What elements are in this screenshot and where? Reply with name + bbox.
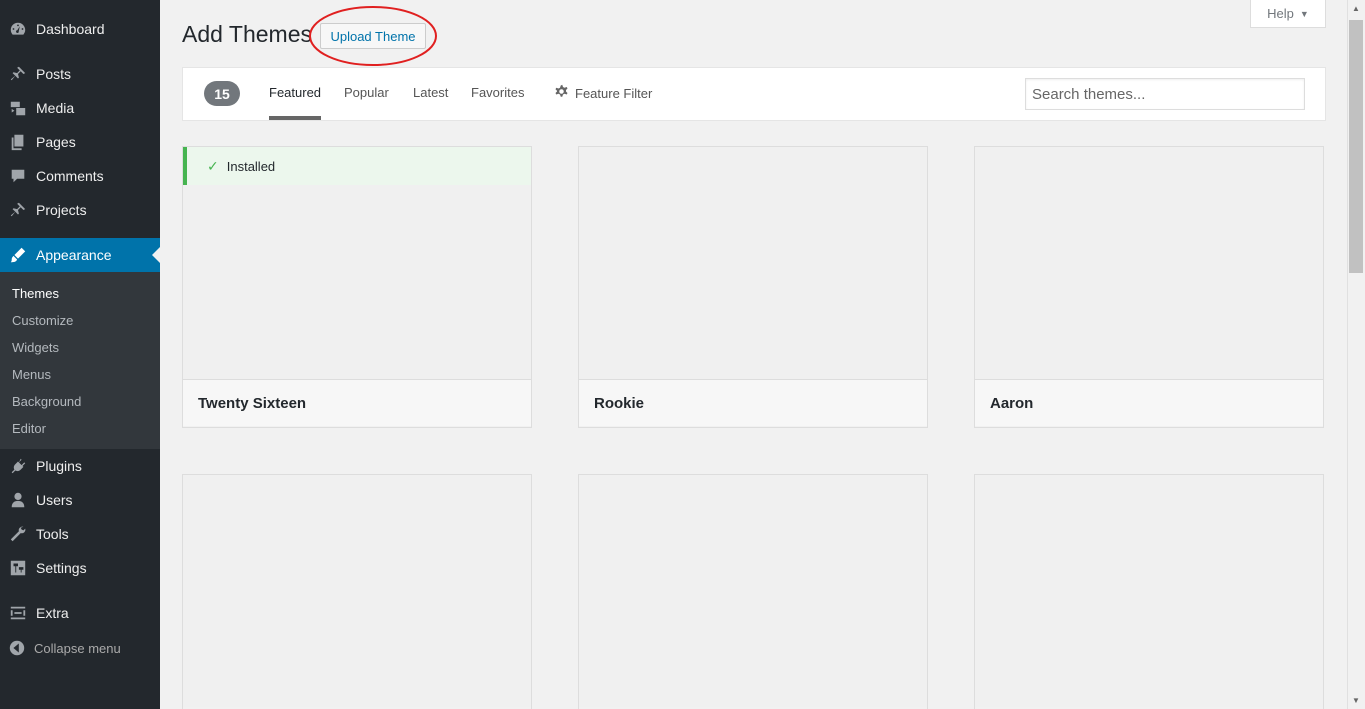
collapse-label: Collapse menu [34, 640, 121, 656]
admin-sidebar: Dashboard Posts Media Pages Comments Pro… [0, 0, 160, 709]
submenu-widgets[interactable]: Widgets [12, 340, 59, 355]
sidebar-item-label: Plugins [36, 458, 82, 474]
page-title: Add Themes [182, 21, 312, 47]
theme-screenshot [975, 475, 1323, 707]
sidebar-item-plugins[interactable]: Plugins [0, 449, 160, 483]
collapse-menu-button[interactable]: Collapse menu [0, 636, 160, 660]
plugin-icon [0, 457, 36, 475]
sidebar-item-settings[interactable]: Settings [0, 551, 160, 585]
sidebar-item-label: Posts [36, 66, 72, 82]
search-themes-input[interactable] [1025, 78, 1305, 110]
sidebar-item-label: Appearance [36, 247, 112, 263]
pin-icon [0, 201, 36, 219]
theme-card[interactable] [974, 474, 1324, 709]
theme-screenshot [975, 147, 1323, 379]
theme-filter-bar: 15 Featured Popular Latest Favorites Fea… [182, 67, 1326, 121]
sidebar-item-users[interactable]: Users [0, 483, 160, 517]
dashboard-icon [0, 20, 36, 38]
comment-icon [0, 167, 36, 185]
sidebar-item-label: Comments [36, 168, 104, 184]
sidebar-item-label: Dashboard [36, 21, 105, 37]
theme-name: Rookie [579, 379, 927, 426]
sidebar-item-dashboard[interactable]: Dashboard [0, 12, 160, 46]
sidebar-item-appearance[interactable]: Appearance [0, 238, 160, 272]
sidebar-item-label: Media [36, 100, 75, 116]
help-button[interactable]: Help ▼ [1250, 0, 1326, 28]
sidebar-item-comments[interactable]: Comments [0, 159, 160, 193]
collapse-icon [0, 639, 34, 657]
annotation-circle [309, 6, 437, 66]
sidebar-item-pages[interactable]: Pages [0, 125, 160, 159]
theme-card-rookie[interactable]: Rookie [578, 146, 928, 428]
tab-latest[interactable]: Latest [413, 85, 448, 100]
extra-icon [0, 604, 36, 622]
tab-popular[interactable]: Popular [344, 85, 389, 100]
submenu-editor[interactable]: Editor [12, 421, 46, 436]
installed-notice: ✓ Installed [183, 147, 531, 185]
user-icon [0, 491, 36, 509]
sidebar-item-media[interactable]: Media [0, 91, 160, 125]
theme-name: Aaron [975, 379, 1323, 426]
theme-screenshot [579, 147, 927, 379]
theme-count-badge: 15 [204, 81, 240, 106]
theme-card[interactable] [578, 474, 928, 709]
scrollbar-thumb[interactable] [1349, 20, 1363, 273]
sidebar-item-label: Pages [36, 134, 76, 150]
appearance-submenu: Themes Customize Widgets Menus Backgroun… [0, 272, 160, 449]
feature-filter-label: Feature Filter [575, 85, 653, 101]
theme-card-twenty-sixteen[interactable]: ✓ Installed Twenty Sixteen [182, 146, 532, 428]
feature-filter-button[interactable]: Feature Filter [554, 84, 652, 102]
tab-featured[interactable]: Featured [269, 85, 321, 100]
wrench-icon [0, 525, 36, 543]
sidebar-item-projects[interactable]: Projects [0, 193, 160, 227]
sidebar-item-posts[interactable]: Posts [0, 57, 160, 91]
active-tab-indicator [269, 116, 321, 120]
sidebar-item-extra[interactable]: Extra [0, 596, 160, 630]
submenu-menus[interactable]: Menus [12, 367, 51, 382]
sidebar-item-tools[interactable]: Tools [0, 517, 160, 551]
help-label: Help [1267, 6, 1294, 21]
scroll-down-arrow-icon[interactable]: ▼ [1352, 696, 1360, 705]
settings-icon [0, 559, 36, 577]
theme-card[interactable] [182, 474, 532, 709]
checkmark-icon: ✓ [207, 157, 219, 174]
gear-icon [554, 84, 569, 102]
sidebar-item-label: Settings [36, 560, 87, 576]
submenu-background[interactable]: Background [12, 394, 81, 409]
media-icon [0, 99, 36, 117]
sidebar-item-label: Projects [36, 202, 87, 218]
theme-card-aaron[interactable]: Aaron [974, 146, 1324, 428]
tab-favorites[interactable]: Favorites [471, 85, 524, 100]
sidebar-item-label: Users [36, 492, 73, 508]
installed-label: Installed [226, 158, 276, 174]
theme-screenshot [579, 475, 927, 707]
pin-icon [0, 65, 36, 83]
submenu-themes[interactable]: Themes [12, 286, 59, 301]
brush-icon [0, 246, 36, 264]
sidebar-item-label: Extra [36, 605, 69, 621]
submenu-customize[interactable]: Customize [12, 313, 73, 328]
theme-screenshot [183, 475, 531, 707]
sidebar-item-label: Tools [36, 526, 69, 542]
pages-icon [0, 133, 36, 151]
theme-name: Twenty Sixteen [183, 379, 531, 426]
caret-down-icon: ▼ [1299, 8, 1309, 19]
scroll-up-arrow-icon[interactable]: ▲ [1352, 4, 1360, 13]
